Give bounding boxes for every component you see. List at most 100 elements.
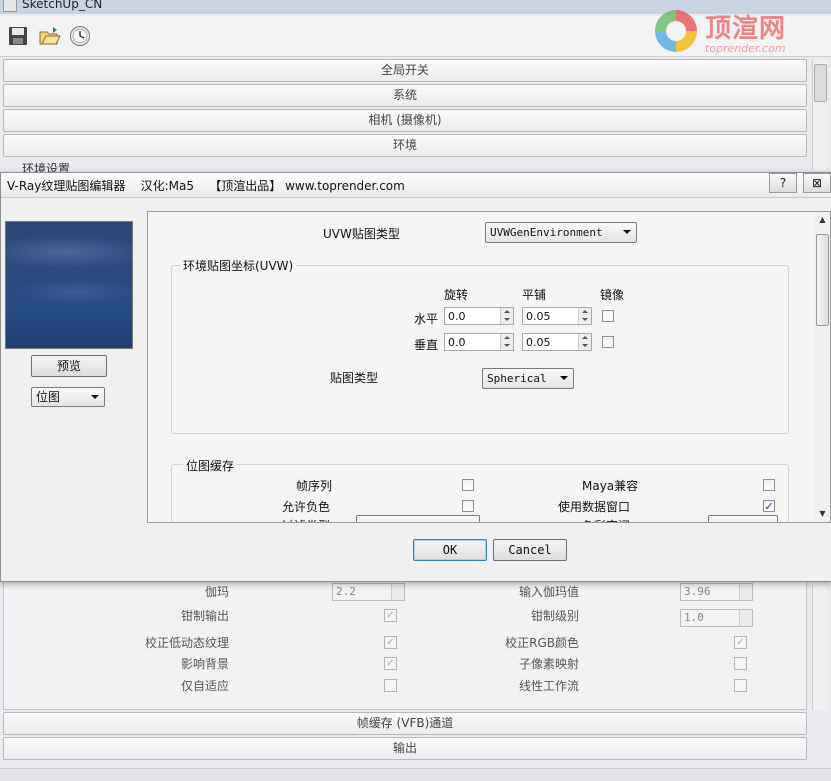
close-button[interactable]: ⊠ [803, 173, 831, 193]
map-type-label: 贴图类型 [330, 371, 379, 385]
subpixel-mapping-checkbox[interactable] [734, 657, 747, 670]
allow-negative-checkbox[interactable] [462, 500, 474, 512]
clamp-level-field[interactable]: 1.0 [680, 609, 753, 627]
horizontal-label: 水平 [414, 312, 439, 326]
clamp-output-label: 钳制输出 [180, 609, 229, 623]
lower-scrollbar[interactable] [812, 585, 827, 710]
frame-sequence-checkbox[interactable] [462, 479, 474, 491]
help-button[interactable]: ? [769, 173, 797, 193]
input-gamma-spinner[interactable] [739, 584, 752, 600]
correct-ldr-label: 校正低动态纹理 [144, 636, 229, 650]
scroll-up-arrow-icon[interactable]: ▲ [815, 212, 830, 227]
chevron-down-icon [91, 395, 99, 399]
spin-arrows[interactable] [578, 308, 591, 324]
mirror-column-label: 镜像 [600, 288, 625, 302]
background-scroll-thumb[interactable] [814, 64, 827, 102]
use-data-window-checkbox[interactable]: ✓ [763, 500, 775, 512]
bitmap-cache-group-title: 位图缓存 [183, 457, 238, 474]
open-folder-icon [39, 27, 61, 45]
section-vfb-channels[interactable]: 帧缓存 (VFB)通道 [3, 712, 807, 735]
gamma-value: 2.2 [336, 585, 356, 598]
filter-type-label: 过滤类型 [282, 517, 330, 522]
open-button[interactable] [38, 24, 62, 48]
allow-negative-label: 允许负色 [282, 500, 331, 514]
clamp-level-spinner[interactable] [739, 610, 752, 626]
texture-type-value: 位图 [36, 390, 61, 404]
watermark-logo [655, 10, 697, 52]
horizontal-tile-spinner[interactable]: 0.05 [522, 307, 592, 325]
background-scrollbar[interactable] [812, 60, 827, 170]
resize-grip-bar[interactable] [0, 768, 831, 781]
background-window-title: SketchUp_CN [22, 0, 103, 11]
vertical-mirror-checkbox[interactable] [602, 336, 614, 348]
maya-compat-checkbox[interactable] [763, 479, 775, 491]
linear-workflow-label: 线性工作流 [518, 679, 579, 693]
watermark-cn: 顶渲网 [705, 14, 787, 44]
section-global-switches[interactable]: 全局开关 [3, 59, 807, 82]
texture-settings-panel: UVW贴图类型 UVWGenEnvironment 环境贴图坐标(UVW) 旋转… [147, 211, 817, 523]
horizontal-tile-value: 0.05 [526, 310, 551, 323]
texture-preview-image [5, 221, 133, 349]
clock-icon [70, 26, 90, 46]
cancel-button[interactable]: Cancel [493, 539, 567, 561]
subpixel-mapping-label: 子像素映射 [518, 657, 579, 671]
chevron-down-icon [560, 376, 568, 380]
correct-rgb-checkbox[interactable]: ✓ [734, 636, 747, 649]
use-data-window-label: 使用数据窗口 [558, 500, 631, 514]
vertical-label: 垂直 [414, 338, 439, 352]
horizontal-rotate-spinner[interactable]: 0.0 [444, 307, 514, 325]
settings-scrollbar[interactable]: ▲ ▼ [815, 211, 831, 523]
scroll-down-arrow-icon[interactable]: ▼ [815, 506, 830, 521]
map-type-value: Spherical [487, 372, 547, 385]
horizontal-rotate-value: 0.0 [448, 310, 466, 323]
input-gamma-value: 3.96 [684, 585, 711, 598]
uvw-type-combo[interactable]: UVWGenEnvironment [485, 222, 637, 243]
texture-editor-dialog: V-Ray纹理贴图编辑器 汉化:Ma5 【顶渲出品】 www.toprender… [0, 172, 831, 582]
section-camera[interactable]: 相机 (摄像机) [3, 109, 807, 132]
vertical-tile-value: 0.05 [526, 336, 551, 349]
clamp-level-label: 钳制级别 [530, 609, 579, 623]
section-environment[interactable]: 环境 [3, 134, 807, 157]
tile-column-label: 平铺 [522, 288, 547, 302]
dialog-title: V-Ray纹理贴图编辑器 汉化:Ma5 【顶渲出品】 www.toprender… [7, 179, 405, 193]
dialog-titlebar[interactable]: V-Ray纹理贴图编辑器 汉化:Ma5 【顶渲出品】 www.toprender… [1, 173, 831, 198]
map-type-combo[interactable]: Spherical [482, 368, 574, 389]
adaptive-only-label: 仅自适应 [180, 679, 229, 693]
filter-type-combo[interactable] [356, 515, 480, 522]
frame-sequence-label: 帧序列 [296, 479, 333, 493]
preview-button[interactable]: 预览 [31, 355, 107, 377]
vertical-rotate-spinner[interactable]: 0.0 [444, 333, 514, 351]
bitmap-cache-group [171, 464, 789, 522]
color-mapping-panel: 伽玛 2.2 输入伽玛值 3.96 钳制输出 ✓ 钳制级别 1.0 校正低动态纹… [3, 578, 807, 710]
ok-button[interactable]: OK [413, 539, 487, 561]
watermark-en: toprender.com [705, 42, 786, 55]
spin-arrows[interactable] [578, 334, 591, 350]
env-uvw-group-title: 环境贴图坐标(UVW) [180, 257, 297, 274]
uvw-type-label: UVW贴图类型 [323, 227, 400, 241]
save-button[interactable] [6, 24, 30, 48]
vertical-rotate-value: 0.0 [448, 336, 466, 349]
section-output[interactable]: 输出 [3, 737, 807, 760]
spin-arrows[interactable] [500, 334, 513, 350]
linear-workflow-checkbox[interactable] [734, 679, 747, 692]
clock-button[interactable] [68, 24, 92, 48]
correct-rgb-label: 校正RGB颜色 [505, 636, 579, 650]
input-gamma-label: 输入伽玛值 [518, 585, 579, 599]
uvw-type-value: UVWGenEnvironment [490, 226, 603, 239]
vertical-tile-spinner[interactable]: 0.05 [522, 333, 592, 351]
scroll-thumb[interactable] [816, 234, 829, 326]
maya-compat-label: Maya兼容 [582, 479, 639, 493]
save-icon [9, 27, 27, 45]
spin-arrows[interactable] [500, 308, 513, 324]
horizontal-mirror-checkbox[interactable] [602, 310, 614, 322]
chevron-down-icon [623, 230, 631, 234]
rotate-column-label: 旋转 [444, 288, 469, 302]
section-system[interactable]: 系统 [3, 84, 807, 107]
watermark: 顶渲网 toprender.com [655, 8, 815, 58]
affect-background-label: 影响背景 [180, 657, 229, 671]
input-gamma-field[interactable]: 3.96 [680, 583, 753, 601]
color-space-label: 色彩空间 [582, 517, 630, 522]
app-icon [3, 0, 17, 12]
texture-type-combo[interactable]: 位图 [31, 387, 105, 407]
color-space-combo[interactable] [708, 515, 778, 522]
